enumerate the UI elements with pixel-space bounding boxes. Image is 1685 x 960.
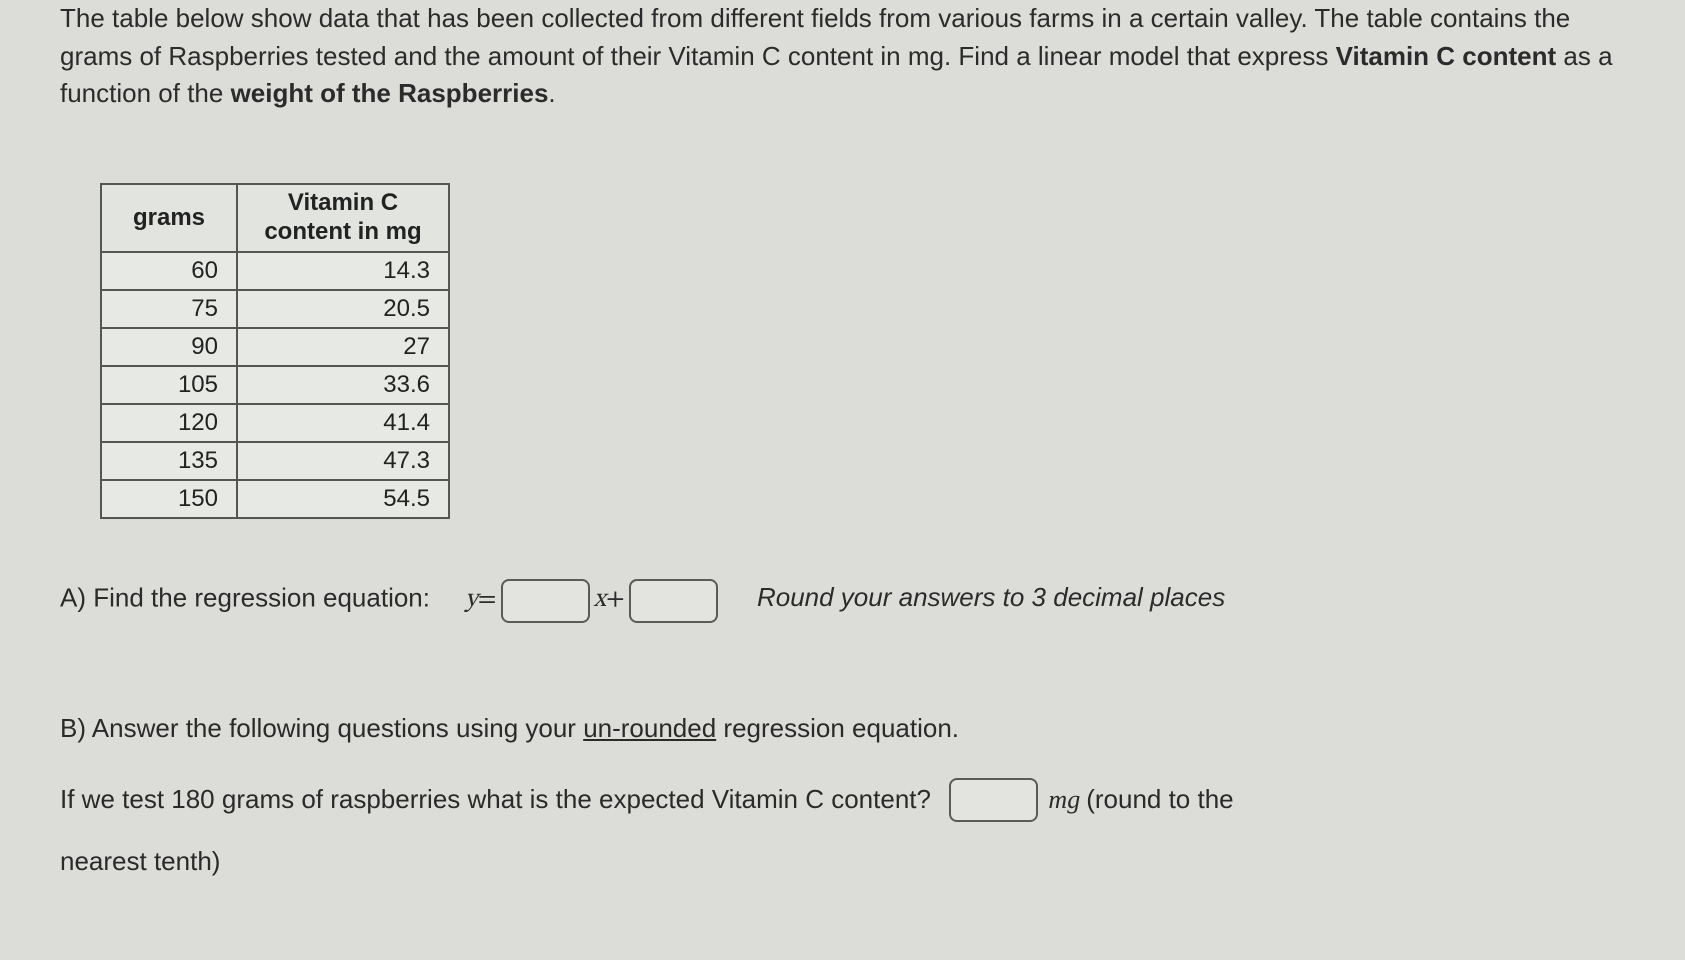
table-row: 90 27 (101, 328, 449, 366)
table-row: 120 41.4 (101, 404, 449, 442)
regression-equation: y = x + (465, 579, 722, 623)
data-table-wrap: grams Vitamin C content in mg 60 14.3 75… (100, 183, 1625, 519)
cell-grams: 120 (101, 404, 237, 442)
part-b-q-post2: nearest tenth) (60, 846, 220, 876)
slope-input[interactable] (501, 579, 590, 623)
part-b-label-post: regression equation. (716, 713, 959, 743)
table-row: 60 14.3 (101, 252, 449, 290)
part-b-question-cont: nearest tenth) (60, 846, 1625, 877)
part-b-question: If we test 180 grams of raspberries what… (60, 778, 1625, 822)
part-b-q-pre: If we test 180 grams of raspberries what… (60, 784, 931, 815)
part-b-underlined: un-rounded (583, 713, 716, 743)
table-row: 105 33.6 (101, 366, 449, 404)
cell-grams: 90 (101, 328, 237, 366)
page-root: The table below show data that has been … (0, 0, 1685, 877)
cell-grams: 75 (101, 290, 237, 328)
cell-grams: 105 (101, 366, 237, 404)
plus-sign: + (606, 584, 625, 617)
cell-vitc: 20.5 (237, 290, 449, 328)
cell-vitc: 14.3 (237, 252, 449, 290)
cell-grams: 60 (101, 252, 237, 290)
intro-bold-vitc: Vitamin C content (1336, 41, 1557, 71)
cell-vitc: 54.5 (237, 480, 449, 518)
header-vitc-line1: Vitamin C (288, 189, 398, 216)
part-b: B) Answer the following questions using … (60, 713, 1625, 744)
vitc-answer-input[interactable] (949, 778, 1038, 822)
intro-paragraph: The table below show data that has been … (60, 0, 1625, 113)
cell-vitc: 27 (237, 328, 449, 366)
equals-sign: = (478, 584, 497, 617)
header-grams: grams (101, 184, 237, 252)
unit-mg: mg (1048, 785, 1080, 815)
cell-vitc: 47.3 (237, 442, 449, 480)
part-b-label-pre: B) Answer the following questions using … (60, 713, 583, 743)
part-a-hint: Round your answers to 3 decimal places (757, 582, 1225, 612)
table-row: 75 20.5 (101, 290, 449, 328)
intro-bold-weight: weight of the Raspberries (231, 78, 549, 108)
intercept-input[interactable] (629, 579, 718, 623)
header-vitc-line2: content in mg (264, 218, 421, 245)
var-x: x (594, 584, 606, 617)
var-y: y (465, 584, 478, 617)
intro-text-post: . (548, 78, 555, 108)
part-a: A) Find the regression equation: y = x +… (60, 579, 1625, 623)
header-vitc: Vitamin C content in mg (237, 184, 449, 252)
table-row: 150 54.5 (101, 480, 449, 518)
part-a-label: A) Find the regression equation: (60, 582, 430, 612)
data-table: grams Vitamin C content in mg 60 14.3 75… (100, 183, 450, 519)
table-header-row: grams Vitamin C content in mg (101, 184, 449, 252)
cell-vitc: 41.4 (237, 404, 449, 442)
cell-vitc: 33.6 (237, 366, 449, 404)
cell-grams: 135 (101, 442, 237, 480)
cell-grams: 150 (101, 480, 237, 518)
table-row: 135 47.3 (101, 442, 449, 480)
part-b-q-post1: (round to the (1086, 784, 1233, 815)
